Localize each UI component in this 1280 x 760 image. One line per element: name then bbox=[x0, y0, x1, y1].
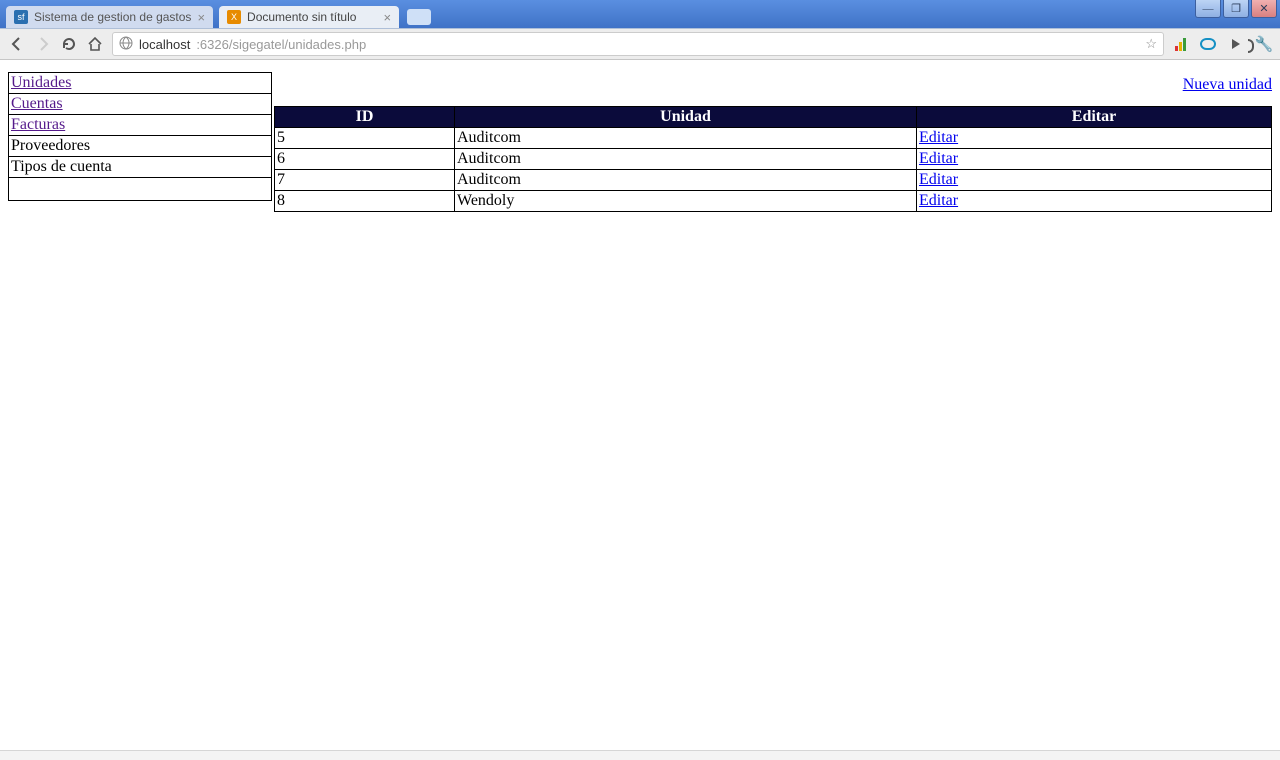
home-button[interactable] bbox=[86, 35, 104, 53]
table-row: 7 Auditcom Editar bbox=[275, 170, 1272, 191]
sidebar-item-proveedores: Proveedores bbox=[9, 136, 271, 157]
sidebar-item-cuentas[interactable]: Cuentas bbox=[9, 94, 271, 115]
browser-titlebar: sf Sistema de gestion de gastos × X Docu… bbox=[0, 0, 1280, 28]
globe-icon bbox=[119, 36, 133, 53]
unidades-table: ID Unidad Editar 5 Auditcom Editar 6 bbox=[274, 106, 1272, 212]
maximize-button[interactable]: ❐ bbox=[1223, 0, 1249, 18]
sidebar-link[interactable]: Facturas bbox=[11, 116, 65, 133]
cell-editar: Editar bbox=[917, 149, 1272, 170]
col-header-unidad: Unidad bbox=[455, 107, 917, 128]
cell-editar: Editar bbox=[917, 170, 1272, 191]
settings-wrench-icon[interactable]: 🔧 bbox=[1256, 36, 1272, 52]
sidebar-label: Tipos de cuenta bbox=[11, 158, 112, 175]
actions-bar: Nueva unidad bbox=[274, 72, 1272, 106]
close-icon[interactable]: × bbox=[383, 10, 391, 25]
col-header-editar: Editar bbox=[917, 107, 1272, 128]
status-bar bbox=[0, 750, 1280, 760]
cell-unidad: Auditcom bbox=[455, 128, 917, 149]
bookmark-star-icon[interactable]: ☆ bbox=[1145, 36, 1157, 52]
edit-link[interactable]: Editar bbox=[919, 171, 958, 188]
sidebar-link[interactable]: Cuentas bbox=[11, 95, 63, 112]
window-controls: — ❐ ✕ bbox=[1195, 0, 1277, 18]
sidebar-item-tipos-de-cuenta: Tipos de cuenta bbox=[9, 157, 271, 178]
tab-0[interactable]: sf Sistema de gestion de gastos × bbox=[6, 6, 213, 28]
edit-link[interactable]: Editar bbox=[919, 129, 958, 146]
cell-editar: Editar bbox=[917, 191, 1272, 212]
page-content: Unidades Cuentas Facturas Proveedores Ti… bbox=[0, 60, 1280, 750]
new-unidad-link[interactable]: Nueva unidad bbox=[1183, 76, 1272, 93]
edit-link[interactable]: Editar bbox=[919, 192, 958, 209]
sidebar-link[interactable]: Unidades bbox=[11, 74, 71, 91]
cell-id: 7 bbox=[275, 170, 455, 191]
col-header-id: ID bbox=[275, 107, 455, 128]
url-host: localhost bbox=[139, 37, 190, 52]
sidebar-nav: Unidades Cuentas Facturas Proveedores Ti… bbox=[8, 72, 272, 201]
cell-id: 5 bbox=[275, 128, 455, 149]
forward-button[interactable] bbox=[34, 35, 52, 53]
cell-id: 8 bbox=[275, 191, 455, 212]
reload-button[interactable] bbox=[60, 35, 78, 53]
address-bar[interactable]: localhost :6326/sigegatel/unidades.php ☆ bbox=[112, 32, 1164, 56]
minimize-button[interactable]: — bbox=[1195, 0, 1221, 18]
cell-unidad: Auditcom bbox=[455, 170, 917, 191]
tab-title: Documento sin título bbox=[247, 10, 377, 24]
favicon-icon: sf bbox=[14, 10, 28, 24]
back-button[interactable] bbox=[8, 35, 26, 53]
cell-id: 6 bbox=[275, 149, 455, 170]
tab-1[interactable]: X Documento sin título × bbox=[219, 6, 399, 28]
tab-strip: sf Sistema de gestion de gastos × X Docu… bbox=[0, 0, 431, 28]
extension-eye-icon[interactable] bbox=[1200, 36, 1216, 52]
tab-title: Sistema de gestion de gastos bbox=[34, 10, 191, 24]
close-window-button[interactable]: ✕ bbox=[1251, 0, 1277, 18]
table-row: 8 Wendoly Editar bbox=[275, 191, 1272, 212]
edit-link[interactable]: Editar bbox=[919, 150, 958, 167]
sidebar-item-unidades[interactable]: Unidades bbox=[9, 73, 271, 94]
cell-editar: Editar bbox=[917, 128, 1272, 149]
sidebar-item-empty bbox=[9, 178, 271, 200]
sidebar-label: Proveedores bbox=[11, 137, 90, 154]
favicon-icon: X bbox=[227, 10, 241, 24]
browser-toolbar: localhost:6326/sigegatel/unidades.php ☆ … bbox=[0, 28, 1280, 60]
sidebar-item-facturas[interactable]: Facturas bbox=[9, 115, 271, 136]
cell-unidad: Auditcom bbox=[455, 149, 917, 170]
url-path: :6326/sigegatel/unidades.php bbox=[196, 37, 366, 52]
close-icon[interactable]: × bbox=[197, 10, 205, 25]
new-tab-button[interactable] bbox=[407, 9, 431, 25]
extension-audio-icon[interactable] bbox=[1228, 36, 1244, 52]
table-row: 6 Auditcom Editar bbox=[275, 149, 1272, 170]
table-row: 5 Auditcom Editar bbox=[275, 128, 1272, 149]
extension-bars-icon[interactable] bbox=[1172, 36, 1188, 52]
cell-unidad: Wendoly bbox=[455, 191, 917, 212]
